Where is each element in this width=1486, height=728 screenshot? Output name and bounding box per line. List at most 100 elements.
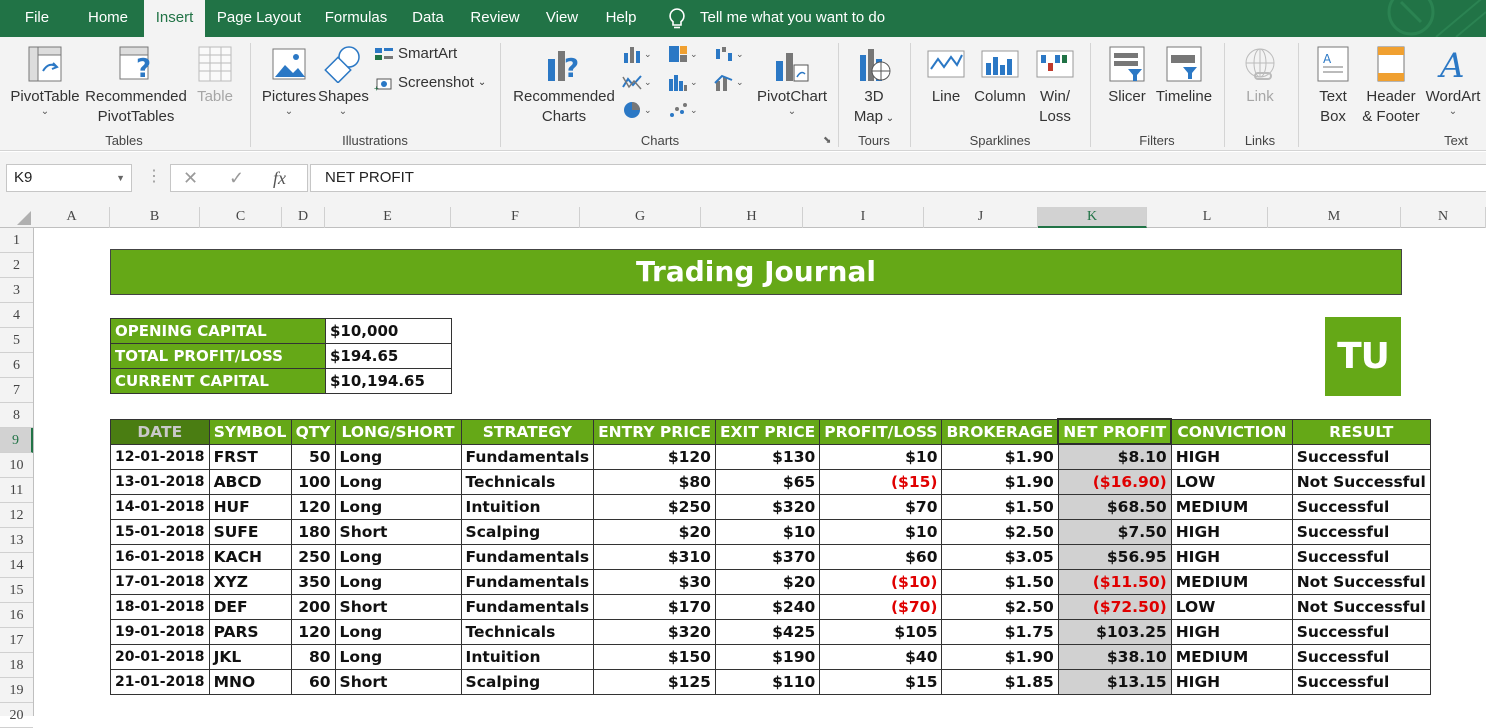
- cell-date[interactable]: 13-01-2018: [110, 468, 210, 495]
- cell-result[interactable]: Not Successful: [1291, 468, 1431, 495]
- column-header-a[interactable]: A: [34, 207, 110, 228]
- cell-strategy[interactable]: Technicals: [460, 468, 595, 495]
- header-conviction[interactable]: CONVICTION: [1170, 418, 1293, 445]
- cell-qty[interactable]: 250: [290, 543, 336, 570]
- header-qty[interactable]: QTY: [290, 418, 336, 445]
- column-header-b[interactable]: B: [110, 207, 200, 228]
- sheet-title[interactable]: Trading Journal: [110, 249, 1402, 295]
- drag-handle-icon[interactable]: ⋮: [146, 166, 162, 186]
- row-header-14[interactable]: 14: [0, 553, 33, 578]
- summary-label[interactable]: TOTAL PROFIT/LOSS: [110, 343, 326, 369]
- tell-me-search[interactable]: Tell me what you want to do: [700, 0, 892, 37]
- cell-qty[interactable]: 120: [290, 618, 336, 645]
- cell-net-profit[interactable]: $13.15: [1057, 668, 1172, 695]
- cell-profit-loss[interactable]: ($70): [819, 593, 943, 620]
- cell-profit-loss[interactable]: ($10): [819, 568, 943, 595]
- cell-conviction[interactable]: MEDIUM: [1170, 568, 1293, 595]
- cell-qty[interactable]: 200: [290, 593, 336, 620]
- recommended-pivottables-button[interactable]: ? Recommended PivotTables: [84, 45, 188, 127]
- column-header-f[interactable]: F: [451, 207, 580, 228]
- cell-net-profit[interactable]: $68.50: [1057, 493, 1172, 520]
- wordart-button[interactable]: A WordArt ⌄: [1422, 45, 1484, 117]
- column-header-l[interactable]: L: [1147, 207, 1268, 228]
- header-profit-loss[interactable]: PROFIT/LOSS: [819, 418, 943, 445]
- cell-entry-price[interactable]: $20: [593, 518, 716, 545]
- cell-net-profit[interactable]: $8.10: [1057, 443, 1172, 470]
- cell-strategy[interactable]: Scalping: [460, 668, 595, 695]
- pictures-button[interactable]: Pictures ⌄: [260, 45, 318, 117]
- cell-brokerage[interactable]: $2.50: [941, 593, 1059, 620]
- column-header-c[interactable]: C: [200, 207, 282, 228]
- column-header-j[interactable]: J: [924, 207, 1038, 228]
- cell-exit-price[interactable]: $130: [714, 443, 821, 470]
- cell-brokerage[interactable]: $1.50: [941, 568, 1059, 595]
- cell-strategy[interactable]: Technicals: [460, 618, 595, 645]
- column-header-i[interactable]: I: [803, 207, 924, 228]
- summary-label[interactable]: CURRENT CAPITAL: [110, 368, 326, 394]
- cell-symbol[interactable]: FRST: [208, 443, 292, 470]
- enter-check-icon[interactable]: ✓: [229, 168, 244, 189]
- cell-symbol[interactable]: JKL: [208, 643, 292, 670]
- column-header-g[interactable]: G: [580, 207, 701, 228]
- cell-net-profit[interactable]: $38.10: [1057, 643, 1172, 670]
- cell-long-short[interactable]: Long: [334, 543, 462, 570]
- cell-net-profit[interactable]: $103.25: [1057, 618, 1172, 645]
- header-symbol[interactable]: SYMBOL: [208, 418, 292, 445]
- cell-result[interactable]: Successful: [1291, 493, 1431, 520]
- row-header-8[interactable]: 8: [0, 403, 33, 428]
- cell-date[interactable]: 18-01-2018: [110, 593, 210, 620]
- row-header-19[interactable]: 19: [0, 678, 33, 703]
- row-header-18[interactable]: 18: [0, 653, 33, 678]
- row-header-13[interactable]: 13: [0, 528, 33, 553]
- row-header-16[interactable]: 16: [0, 603, 33, 628]
- cell-strategy[interactable]: Intuition: [460, 493, 595, 520]
- smartart-button[interactable]: SmartArt: [374, 45, 457, 62]
- table-button[interactable]: Table: [190, 45, 240, 107]
- cell-symbol[interactable]: DEF: [208, 593, 292, 620]
- summary-value[interactable]: $10,000: [325, 318, 452, 344]
- hierarchy-chart-button[interactable]: ⌄: [668, 45, 698, 63]
- link-button[interactable]: Link: [1236, 45, 1284, 107]
- cell-long-short[interactable]: Long: [334, 493, 462, 520]
- cell-date[interactable]: 14-01-2018: [110, 493, 210, 520]
- sparkline-line-button[interactable]: Line: [922, 45, 970, 107]
- select-all-corner[interactable]: [0, 207, 34, 228]
- cell-conviction[interactable]: MEDIUM: [1170, 493, 1293, 520]
- header-long-short[interactable]: LONG/SHORT: [334, 418, 462, 445]
- row-header-12[interactable]: 12: [0, 503, 33, 528]
- cell-conviction[interactable]: HIGH: [1170, 618, 1293, 645]
- header-result[interactable]: RESULT: [1291, 418, 1431, 445]
- cell-exit-price[interactable]: $20: [714, 568, 821, 595]
- worksheet[interactable]: Trading Journal OPENING CAPITAL $10,000 TO…: [34, 228, 1486, 716]
- cell-brokerage[interactable]: $1.90: [941, 468, 1059, 495]
- cell-strategy[interactable]: Fundamentals: [460, 568, 595, 595]
- cell-entry-price[interactable]: $250: [593, 493, 716, 520]
- cell-long-short[interactable]: Long: [334, 568, 462, 595]
- header-date[interactable]: DATE: [110, 418, 210, 445]
- sparkline-winloss-button[interactable]: Win/ Loss: [1032, 45, 1078, 127]
- line-chart-button[interactable]: ⌄: [622, 73, 652, 91]
- header-strategy[interactable]: STRATEGY: [460, 418, 595, 445]
- cell-result[interactable]: Successful: [1291, 643, 1431, 670]
- summary-label[interactable]: OPENING CAPITAL: [110, 318, 326, 344]
- cell-date[interactable]: 16-01-2018: [110, 543, 210, 570]
- combo-chart-button[interactable]: ⌄: [714, 73, 744, 91]
- name-box[interactable]: K9 ▼: [6, 164, 132, 192]
- cell-net-profit[interactable]: ($11.50): [1057, 568, 1172, 595]
- row-header-11[interactable]: 11: [0, 478, 33, 503]
- cell-long-short[interactable]: Long: [334, 643, 462, 670]
- row-header-1[interactable]: 1: [0, 228, 33, 253]
- cell-result[interactable]: Successful: [1291, 618, 1431, 645]
- cell-conviction[interactable]: HIGH: [1170, 443, 1293, 470]
- cell-brokerage[interactable]: $1.50: [941, 493, 1059, 520]
- cell-result[interactable]: Not Successful: [1291, 568, 1431, 595]
- cell-result[interactable]: Successful: [1291, 668, 1431, 695]
- cell-qty[interactable]: 350: [290, 568, 336, 595]
- column-header-d[interactable]: D: [282, 207, 325, 228]
- cell-date[interactable]: 19-01-2018: [110, 618, 210, 645]
- row-header-15[interactable]: 15: [0, 578, 33, 603]
- column-header-e[interactable]: E: [325, 207, 451, 228]
- row-header-5[interactable]: 5: [0, 328, 33, 353]
- tab-view[interactable]: View: [538, 0, 586, 37]
- cell-date[interactable]: 17-01-2018: [110, 568, 210, 595]
